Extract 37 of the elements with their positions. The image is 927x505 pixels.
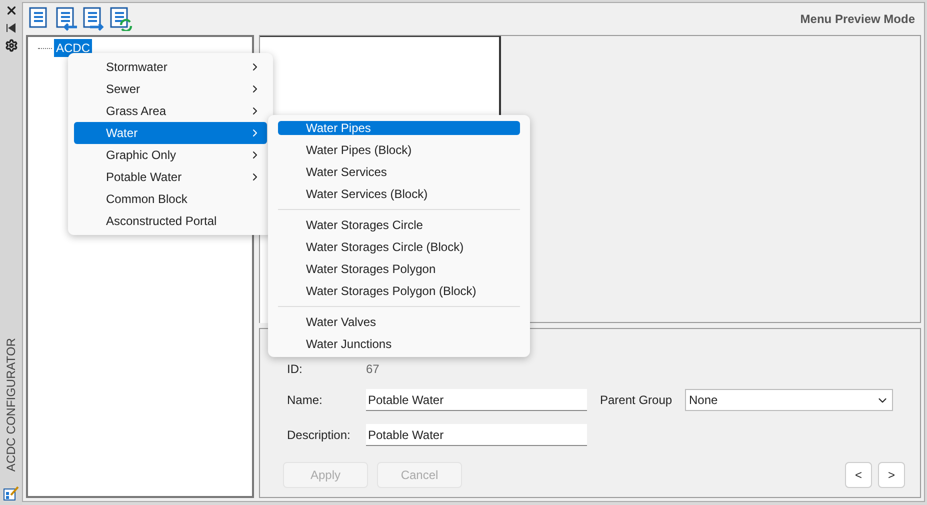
menu-item[interactable]: Sewer (74, 78, 267, 100)
menu-item[interactable]: Potable Water (74, 166, 267, 188)
mode-label: Menu Preview Mode (800, 11, 915, 28)
menu-item[interactable]: Water Storages Circle (Block) (278, 236, 520, 258)
previous-button[interactable]: < (845, 462, 872, 488)
parent-group-dropdown[interactable]: None (685, 389, 893, 411)
menu-item[interactable]: Water Services (278, 161, 520, 183)
settings-icon[interactable] (4, 39, 18, 52)
list-import-icon[interactable] (55, 7, 79, 31)
menu-item[interactable]: Common Block (74, 188, 267, 210)
close-icon[interactable] (4, 4, 18, 17)
menu-item[interactable]: Water Pipes (278, 121, 520, 135)
menu-item[interactable]: Asconstructed Portal (74, 210, 267, 232)
menu-item[interactable]: Water Valves (278, 311, 520, 333)
pin-icon[interactable] (5, 22, 17, 34)
menu-item[interactable]: Water (74, 122, 267, 144)
parent-group-label: Parent Group (600, 392, 674, 409)
id-label: ID: (287, 361, 304, 378)
list-export-icon[interactable] (82, 7, 106, 31)
menu-item[interactable]: Water Storages Polygon (278, 258, 520, 280)
menu-item[interactable]: Water Storages Circle (278, 214, 520, 236)
menu-item[interactable]: Water Pipes (Block) (278, 139, 520, 161)
description-field[interactable]: Potable Water (366, 424, 587, 446)
list-refresh-icon[interactable] (109, 7, 133, 31)
menu-item[interactable]: Water Storages Polygon (Block) (278, 280, 520, 302)
menu-item[interactable]: Graphic Only (74, 144, 267, 166)
menu-item[interactable]: Water Services (Block) (278, 183, 520, 205)
next-button[interactable]: > (878, 462, 905, 488)
menu-item[interactable]: Grass Area (74, 100, 267, 122)
edit-icon[interactable] (3, 485, 19, 501)
id-value: 67 (366, 361, 380, 378)
description-label: Description: (287, 427, 352, 444)
menu-item[interactable]: Stormwater (74, 56, 267, 78)
name-field[interactable]: Potable Water (366, 389, 587, 411)
name-label: Name: (287, 392, 324, 409)
palette-title: ACDC CONFIGURATOR (3, 338, 19, 472)
menu-item[interactable]: Water Junctions (278, 333, 520, 355)
